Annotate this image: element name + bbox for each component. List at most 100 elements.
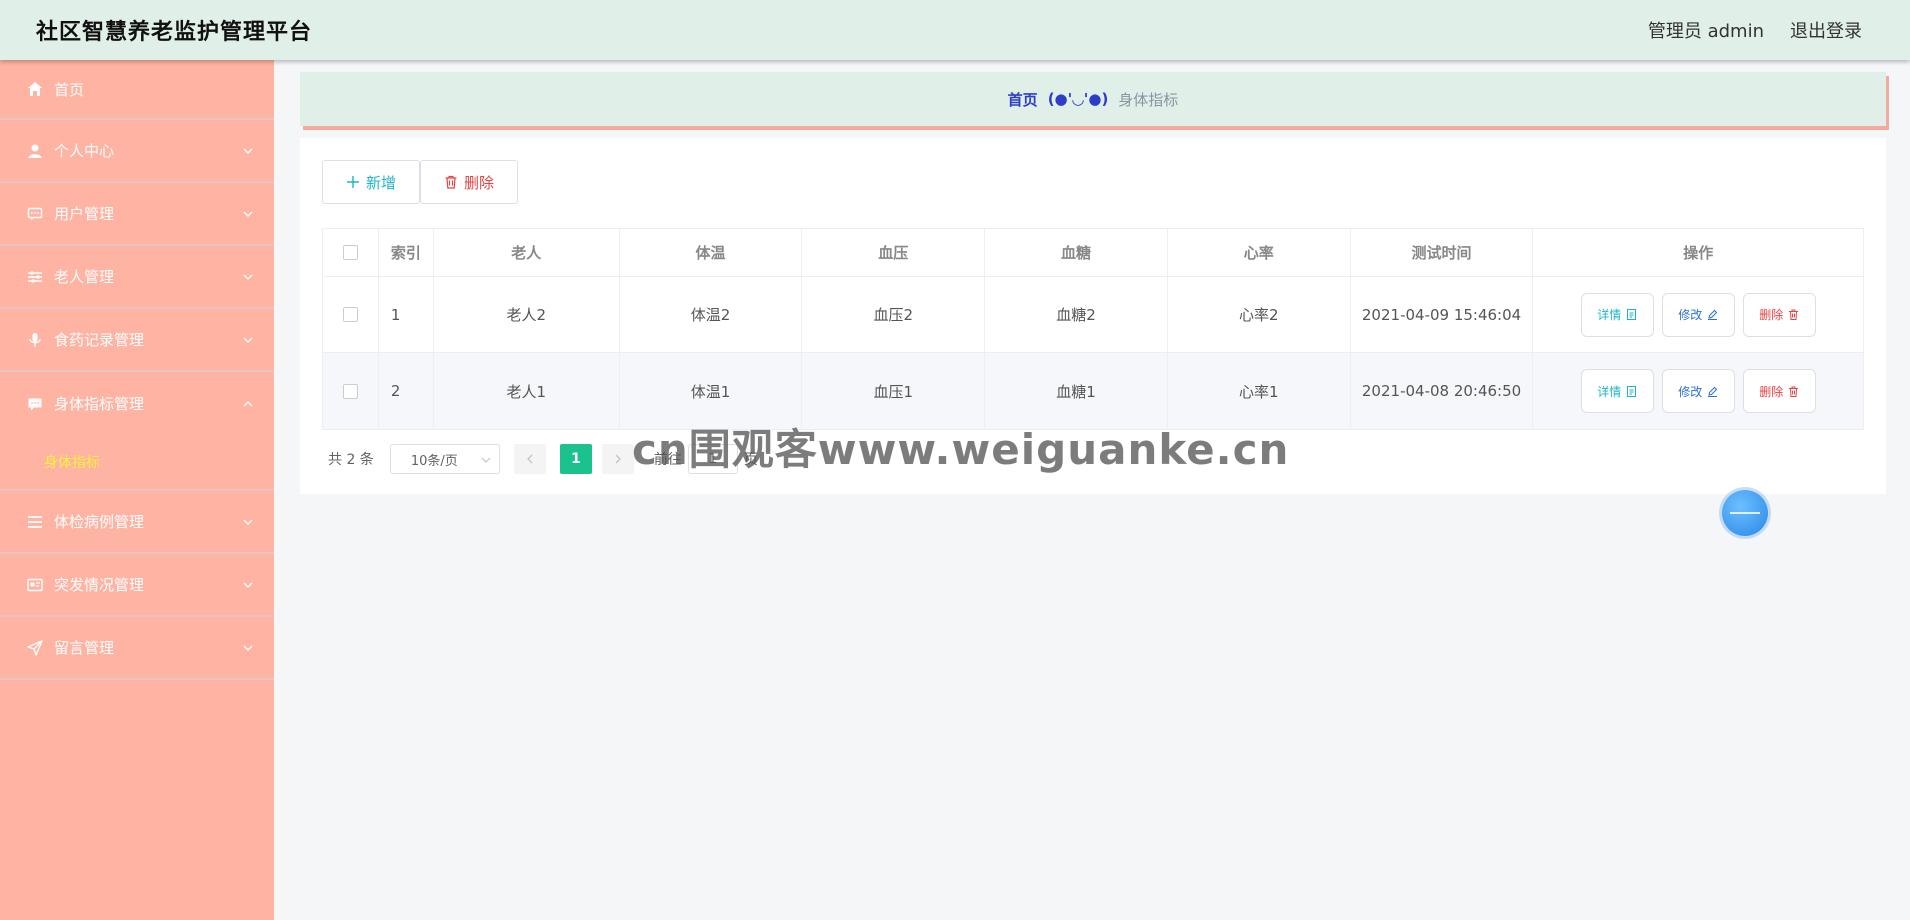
breadcrumb-current: 身体指标 bbox=[1118, 90, 1179, 109]
row-checkbox-cell bbox=[323, 277, 379, 352]
trash-icon bbox=[1789, 309, 1799, 320]
floating-circle-button[interactable] bbox=[1722, 490, 1768, 536]
chevron-left-icon bbox=[526, 454, 533, 464]
column-header: 心率 bbox=[1168, 229, 1351, 276]
pagination-total: 共 2 条 bbox=[328, 452, 374, 468]
add-button[interactable]: 新增 bbox=[322, 160, 420, 204]
sidebar-item-home[interactable]: 首页 bbox=[0, 60, 274, 120]
sidebar-item-label: 老人管理 bbox=[54, 268, 115, 286]
sidebar-item-label: 用户管理 bbox=[54, 205, 115, 223]
sidebar-item-label: 食药记录管理 bbox=[54, 331, 145, 349]
cell-actions: 详情 修改 删除 bbox=[1533, 353, 1863, 429]
delete-button[interactable]: 删除 bbox=[1742, 369, 1816, 413]
detail-button[interactable]: 详情 bbox=[1580, 369, 1654, 413]
sidebar-item-personal-center[interactable]: 个人中心 bbox=[0, 120, 274, 183]
sidebar-item-label: 体检病例管理 bbox=[54, 513, 145, 531]
page-size-select[interactable]: 10条/页 bbox=[389, 444, 500, 474]
user-icon bbox=[26, 142, 44, 160]
chevron-down-icon bbox=[243, 337, 253, 343]
select-all-checkbox[interactable] bbox=[342, 245, 358, 260]
cell-heart-rate: 心率2 bbox=[1168, 277, 1351, 352]
cell-temperature: 体温2 bbox=[620, 277, 803, 352]
header-checkbox-cell bbox=[323, 229, 379, 276]
batch-delete-button[interactable]: 删除 bbox=[420, 160, 518, 204]
column-header: 血压 bbox=[802, 229, 986, 276]
sidebar-item-elder-management[interactable]: 老人管理 bbox=[0, 246, 274, 309]
sidebar-item-body-metrics-management[interactable]: 身体指标管理 bbox=[0, 372, 274, 435]
detail-button[interactable]: 详情 bbox=[1580, 292, 1654, 337]
cell-test-time: 2021-04-09 15:46:04 bbox=[1351, 277, 1534, 352]
sidebar-item-checkup-records[interactable]: 体检病例管理 bbox=[0, 491, 274, 554]
sidebar: 首页 个人中心 用户管理 老人管理 食药记录管理 身体指标管理 身体指标 体检病… bbox=[0, 60, 274, 920]
edit-button[interactable]: 修改 bbox=[1661, 369, 1735, 413]
send-icon bbox=[26, 639, 44, 657]
trash-icon bbox=[445, 175, 457, 189]
cell-index: 2 bbox=[379, 353, 434, 429]
chevron-down-icon bbox=[243, 148, 253, 154]
add-button-label: 新增 bbox=[365, 173, 396, 192]
column-header: 索引 bbox=[379, 229, 434, 276]
prev-page-button[interactable] bbox=[513, 444, 546, 474]
fab-line-icon bbox=[1730, 512, 1760, 514]
document-icon bbox=[1627, 385, 1637, 397]
breadcrumb: 首页 (●'◡'●) 身体指标 bbox=[300, 72, 1886, 126]
column-header: 老人 bbox=[434, 229, 620, 276]
chevron-right-icon bbox=[615, 454, 621, 464]
sidebar-item-label: 个人中心 bbox=[54, 142, 115, 160]
chevron-down-icon bbox=[243, 645, 253, 651]
cell-test-time: 2021-04-08 20:46:50 bbox=[1351, 353, 1534, 429]
page-size-value: 10条/页 bbox=[410, 453, 458, 469]
card-icon bbox=[26, 576, 44, 594]
sliders-icon bbox=[26, 268, 44, 286]
sidebar-item-label: 留言管理 bbox=[54, 639, 115, 657]
delete-button-label: 删除 bbox=[1759, 308, 1784, 322]
breadcrumb-home[interactable]: 首页 bbox=[1008, 89, 1038, 110]
sidebar-item-label: 首页 bbox=[54, 80, 85, 99]
pencil-icon bbox=[1708, 309, 1718, 320]
current-user: 管理员 admin bbox=[1647, 21, 1764, 42]
table-row: 1 老人2 体温2 血压2 血糖2 心率2 2021-04-09 15:46:0… bbox=[323, 277, 1863, 353]
app-title: 社区智慧养老监护管理平台 bbox=[36, 20, 313, 45]
cell-blood-sugar: 血糖2 bbox=[985, 277, 1168, 352]
sidebar-item-food-medicine-records[interactable]: 食药记录管理 bbox=[0, 309, 274, 372]
sidebar-item-label: 突发情况管理 bbox=[54, 576, 145, 594]
breadcrumb-separator: (●'◡'●) bbox=[1047, 90, 1109, 108]
sidebar-item-emergency-management[interactable]: 突发情况管理 bbox=[0, 554, 274, 617]
column-header: 测试时间 bbox=[1351, 229, 1534, 276]
chevron-down-icon bbox=[243, 582, 253, 588]
next-page-button[interactable] bbox=[601, 444, 634, 474]
page-number-button[interactable]: 1 bbox=[559, 444, 592, 474]
top-header: 社区智慧养老监护管理平台 管理员 admin 退出登录 bbox=[0, 0, 1910, 60]
detail-button-label: 详情 bbox=[1597, 308, 1622, 322]
watermark: cn围观客www.weiguanke.cn bbox=[632, 425, 1290, 474]
sidebar-subitem-label: 身体指标 bbox=[44, 455, 100, 471]
cell-actions: 详情 修改 删除 bbox=[1533, 277, 1863, 352]
chevron-down-icon bbox=[481, 457, 491, 463]
trash-icon bbox=[1789, 386, 1799, 397]
data-table: 索引 老人 体温 血压 血糖 心率 测试时间 操作 1 老人2 体温2 血压2 … bbox=[322, 228, 1864, 430]
column-header: 体温 bbox=[620, 229, 803, 276]
logout-link[interactable]: 退出登录 bbox=[1790, 17, 1862, 43]
edit-button-label: 修改 bbox=[1678, 384, 1703, 399]
chevron-up-icon bbox=[243, 400, 253, 406]
cell-elder: 老人1 bbox=[434, 353, 620, 429]
cell-index: 1 bbox=[379, 277, 434, 352]
edit-button-label: 修改 bbox=[1678, 308, 1703, 322]
table-header-row: 索引 老人 体温 血压 血糖 心率 测试时间 操作 bbox=[323, 229, 1863, 277]
cell-elder: 老人2 bbox=[434, 277, 620, 352]
detail-button-label: 详情 bbox=[1597, 384, 1622, 399]
sidebar-item-label: 身体指标管理 bbox=[54, 395, 145, 413]
row-checkbox[interactable] bbox=[342, 383, 358, 399]
edit-button[interactable]: 修改 bbox=[1661, 292, 1735, 337]
delete-button-label: 删除 bbox=[1759, 384, 1784, 399]
sidebar-subitem-body-metrics[interactable]: 身体指标 bbox=[0, 435, 274, 491]
list-icon bbox=[26, 513, 44, 531]
delete-button[interactable]: 删除 bbox=[1742, 292, 1816, 337]
sidebar-item-message-management[interactable]: 留言管理 bbox=[0, 617, 274, 680]
row-checkbox-cell bbox=[323, 353, 379, 429]
row-checkbox[interactable] bbox=[342, 307, 358, 322]
column-header: 操作 bbox=[1683, 244, 1714, 262]
home-icon bbox=[26, 80, 44, 98]
sidebar-item-user-management[interactable]: 用户管理 bbox=[0, 183, 274, 246]
chevron-down-icon bbox=[243, 274, 253, 280]
